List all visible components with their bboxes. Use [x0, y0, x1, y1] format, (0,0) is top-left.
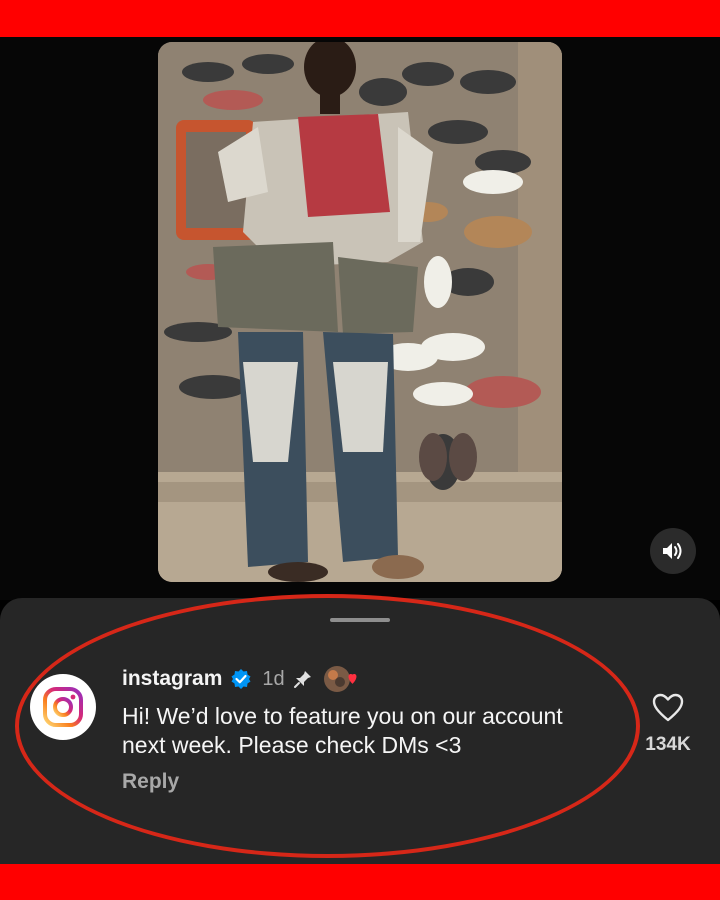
- comment-like-button[interactable]: [651, 692, 685, 724]
- verified-badge-icon: [230, 668, 252, 690]
- pin-icon: [293, 669, 313, 689]
- instagram-logo-icon: [43, 687, 83, 727]
- comments-sheet: instagram 1d Hi! We’d love to feature yo…: [0, 598, 720, 864]
- comment-username[interactable]: instagram: [122, 667, 222, 691]
- comment-header: instagram 1d: [122, 664, 622, 694]
- top-red-banner: [0, 0, 720, 37]
- post-photo[interactable]: [158, 42, 562, 582]
- heart-icon: [652, 693, 684, 722]
- reply-button[interactable]: Reply: [122, 770, 622, 794]
- bottom-red-banner: [0, 864, 720, 900]
- mute-toggle-button[interactable]: [650, 528, 696, 574]
- comment-timestamp: 1d: [262, 667, 285, 690]
- sheet-drag-handle[interactable]: [330, 618, 390, 622]
- comment-text: Hi! We’d love to feature you on our acco…: [122, 703, 563, 758]
- avatar[interactable]: [30, 674, 96, 740]
- comment: instagram 1d Hi! We’d love to feature yo…: [122, 664, 622, 794]
- photo-illustration: [158, 42, 562, 582]
- speaker-icon: [663, 543, 682, 559]
- creator-liked-icon: [321, 663, 365, 695]
- comment-like-count: 134K: [645, 734, 691, 755]
